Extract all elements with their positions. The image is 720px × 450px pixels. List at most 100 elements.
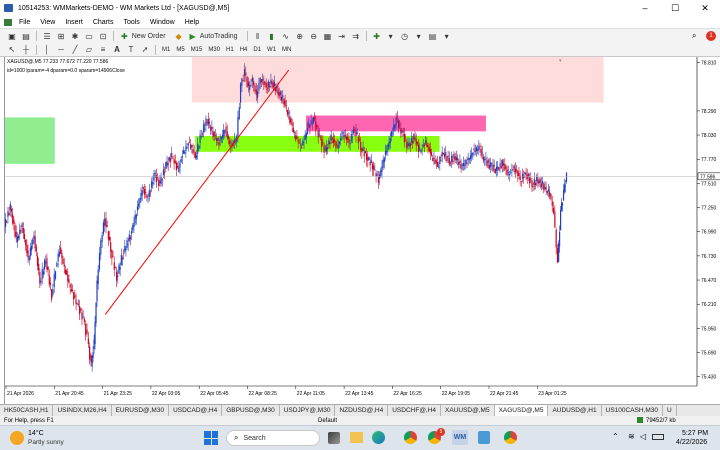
metaeditor-icon[interactable]: ◆ (173, 30, 185, 42)
trendline-icon[interactable]: ╱ (69, 44, 81, 56)
cursor-icon[interactable]: ↖ (6, 44, 18, 56)
chrome-icon[interactable] (404, 431, 417, 444)
tab-usindx-m26-h4[interactable]: USINDX,M26,H4 (53, 405, 112, 416)
chevron-down-icon[interactable]: ▾ (413, 30, 425, 42)
weather-temp[interactable]: 14°C (28, 430, 44, 437)
tab-us100cash-m30[interactable]: US100CASH,M30 (602, 405, 664, 416)
clock-date[interactable]: 4/22/2026 (676, 439, 707, 446)
timeframe-d1[interactable]: D1 (250, 44, 264, 55)
candle-body (58, 251, 61, 257)
menu-window[interactable]: Window (145, 19, 180, 26)
timeframe-w1[interactable]: W1 (264, 44, 279, 55)
zoom-in-icon[interactable]: ⊕ (294, 30, 306, 42)
menu-view[interactable]: View (35, 19, 60, 26)
strategy-tester-icon[interactable]: ⊡ (97, 30, 109, 42)
menu-tools[interactable]: Tools (118, 19, 144, 26)
navigator-icon[interactable]: ✱ (69, 30, 81, 42)
chart-window[interactable]: 78.810 78.290 78.030 77.770 77.510 77.250 76.9… (4, 57, 720, 404)
weather-desc[interactable]: Partly sunny (28, 439, 64, 446)
menu-insert[interactable]: Insert (60, 19, 88, 26)
chevron-down-icon[interactable]: ▾ (441, 30, 453, 42)
timeframe-m5[interactable]: M5 (173, 44, 187, 55)
candle-body (95, 302, 97, 324)
market-watch-icon[interactable]: ☰ (41, 30, 53, 42)
autotrading-button[interactable]: ▶ AutoTrading (187, 30, 243, 42)
zoom-out-icon[interactable]: ⊖ (308, 30, 320, 42)
periods-icon[interactable]: ◷ (399, 30, 411, 42)
new-chart-icon[interactable]: ▣ (6, 30, 18, 42)
price-tick-label: 76.730 (701, 254, 717, 260)
data-window-icon[interactable]: ⊞ (55, 30, 67, 42)
timeframe-m30[interactable]: M30 (205, 44, 223, 55)
fibonacci-icon[interactable]: ≡ (97, 44, 109, 56)
tab-eurusd-m30[interactable]: EURUSD@,M30 (112, 405, 170, 416)
tab-usdcad-h4[interactable]: USDCAD@,H4 (169, 405, 223, 416)
templates-icon[interactable]: ▤ (427, 30, 439, 42)
wifi-icon[interactable]: ≋ (628, 432, 635, 441)
vertical-line-icon[interactable]: │ (41, 44, 53, 56)
windows-start-icon[interactable] (204, 431, 218, 445)
tab-xauusd-m5[interactable]: XAUUSD@,M5 (441, 405, 495, 416)
search-box[interactable]: ⌕ Search (226, 430, 320, 446)
new-order-button[interactable]: ✚ New Order (118, 30, 171, 42)
tile-windows-icon[interactable]: ▦ (322, 30, 334, 42)
notes-icon[interactable] (478, 431, 490, 444)
minimize-button[interactable]: – (630, 0, 660, 16)
menu-charts[interactable]: Charts (88, 19, 119, 26)
channel-icon[interactable]: ▱ (83, 44, 95, 56)
metatrader-taskbar-icon[interactable]: WM (452, 430, 468, 445)
edge-icon[interactable] (372, 431, 385, 444)
chrome-alt-icon[interactable] (504, 431, 517, 444)
chart-shift-icon[interactable]: ⇥ (336, 30, 348, 42)
candle-body (407, 143, 409, 146)
close-button[interactable]: ✕ (690, 0, 720, 16)
volume-icon[interactable]: ◁ (640, 432, 646, 441)
timeframe-mn[interactable]: MN (279, 44, 294, 55)
candle-body (517, 171, 519, 177)
file-explorer-icon[interactable] (350, 432, 363, 443)
notification-badge[interactable]: 1 (706, 31, 716, 41)
candle-body (513, 166, 515, 169)
candle-body (364, 150, 367, 154)
tab-audusd-h1[interactable]: AUDUSD@,H1 (548, 405, 602, 416)
candlestick-icon[interactable]: ▮ (266, 30, 278, 42)
timeframe-m15[interactable]: M15 (188, 44, 206, 55)
candle-body (290, 118, 292, 124)
profiles-icon[interactable]: ▤ (20, 30, 32, 42)
clock-time[interactable]: 5:27 PM (682, 430, 708, 437)
arrows-icon[interactable]: ➚ (139, 44, 151, 56)
timeframe-m1[interactable]: M1 (159, 44, 173, 55)
price-chart[interactable]: 78.810 78.290 78.030 77.770 77.510 77.250 76.9… (5, 57, 720, 404)
crosshair-icon[interactable]: ┼ (20, 44, 32, 56)
candle-body (448, 157, 450, 165)
chevron-down-icon[interactable]: ▾ (385, 30, 397, 42)
horizontal-line-icon[interactable]: ─ (55, 44, 67, 56)
text-icon[interactable]: A (111, 44, 123, 56)
tab-u[interactable]: U (663, 405, 677, 416)
tab-xagusd-m5[interactable]: XAGUSD@,M5 (494, 405, 549, 416)
battery-icon[interactable] (652, 434, 664, 440)
menu-help[interactable]: Help (180, 19, 204, 26)
candle-body (254, 85, 256, 92)
candle-body (60, 247, 62, 254)
search-icon[interactable]: ⌕ (692, 31, 696, 41)
tab-hk50cash-h1[interactable]: HK50CASH,H1 (0, 405, 54, 416)
indicators-icon[interactable]: ✚ (371, 30, 383, 42)
tab-nzdusd-h4[interactable]: NZDUSD@,H4 (335, 405, 389, 416)
tab-usdjpy-m30[interactable]: USDJPY@,M30 (280, 405, 336, 416)
timeframe-h1[interactable]: H1 (223, 44, 237, 55)
candle-body (224, 130, 226, 134)
tab-usdchf-h4[interactable]: USDCHF@,H4 (388, 405, 442, 416)
label-icon[interactable]: T (125, 44, 137, 56)
tab-gbpusd-m30[interactable]: GBPUSD@,M30 (222, 405, 280, 416)
timeframe-h4[interactable]: H4 (237, 44, 251, 55)
task-view-icon[interactable] (328, 432, 340, 444)
line-chart-icon[interactable]: ∿ (280, 30, 292, 42)
weather-icon[interactable] (10, 431, 24, 445)
maximize-button[interactable]: ☐ (660, 0, 690, 16)
menu-file[interactable]: File (14, 19, 35, 26)
terminal-icon[interactable]: ▭ (83, 30, 95, 42)
chevron-up-icon[interactable]: ⌃ (612, 432, 619, 441)
auto-scroll-icon[interactable]: ⇉ (350, 30, 362, 42)
bar-chart-icon[interactable]: ‖ (252, 30, 264, 42)
